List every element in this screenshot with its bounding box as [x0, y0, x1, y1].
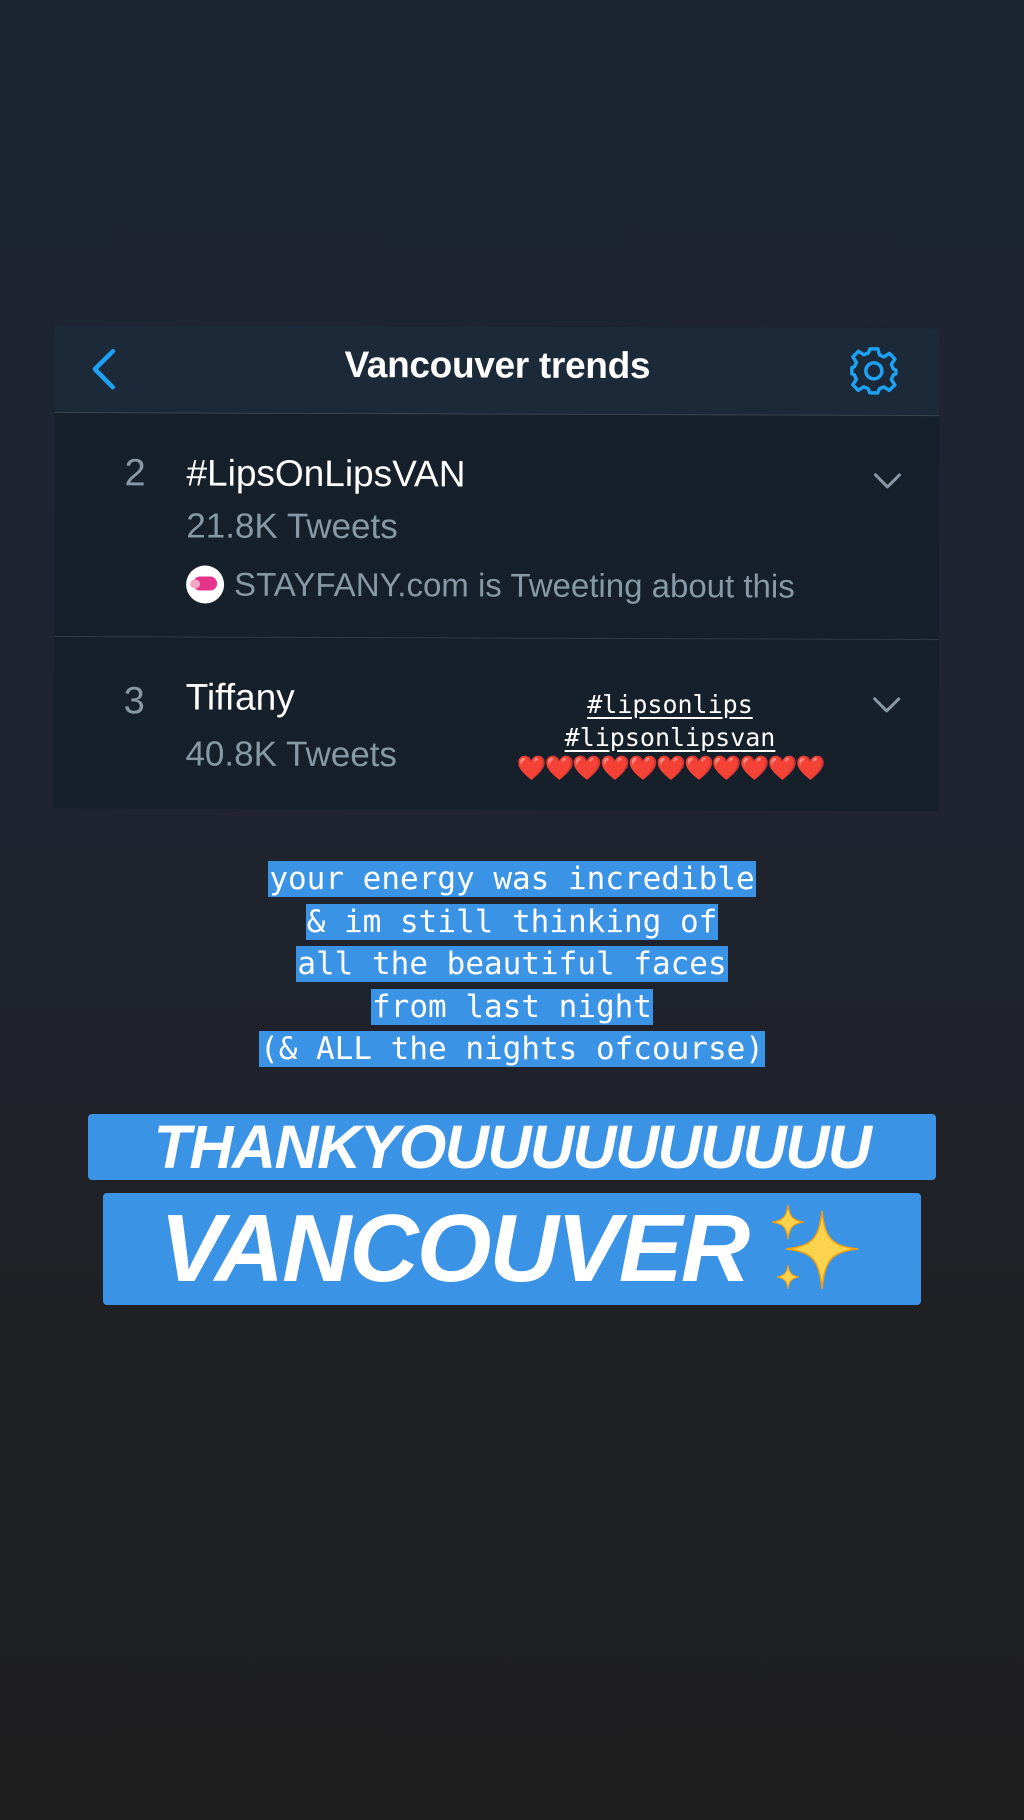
hashtag-text: #lipsonlips: [587, 690, 753, 719]
vancouver-text: VANCOUVER: [159, 1195, 750, 1302]
chevron-down-icon[interactable]: [872, 471, 902, 491]
trends-header: Vancouver trends: [54, 325, 940, 417]
page-title: Vancouver trends: [344, 344, 651, 387]
hashtag-sticker: #lipsonlips #lipsonlipsvan ❤️❤️❤️❤️❤️❤️❤…: [470, 688, 870, 785]
trend-rank: 2: [124, 452, 146, 495]
trend-context: STAYFANY.com is Tweeting about this: [186, 562, 795, 608]
message-line: all the beautiful faces: [0, 943, 1024, 986]
story-message: your energy was incredible & im still th…: [0, 858, 1024, 1071]
message-line-text: & im still thinking of: [305, 903, 719, 940]
vancouver-banner: VANCOUVER: [103, 1193, 921, 1305]
trend-name[interactable]: Tiffany: [186, 676, 295, 718]
sparkles-icon: [772, 1204, 859, 1290]
message-line-text: (& ALL the nights ofcourse): [259, 1031, 765, 1067]
message-line: (& ALL the nights ofcourse): [0, 1028, 1024, 1071]
message-line-text: from last night: [371, 988, 653, 1025]
trend-row[interactable]: 2 #LipsOnLipsVAN 21.8K Tweets STAYFANY.c…: [53, 413, 940, 641]
message-line-text: all the beautiful faces: [296, 946, 728, 982]
trend-tweet-count: 21.8K Tweets: [186, 506, 398, 547]
trend-tweet-count: 40.8K Tweets: [185, 734, 398, 775]
message-line: from last night: [0, 986, 1024, 1029]
trend-context-text: STAYFANY.com is Tweeting about this: [234, 565, 795, 605]
trend-name[interactable]: #LipsOnLipsVAN: [186, 452, 465, 495]
hashtag-text: #lipsonlipsvan: [564, 723, 776, 752]
message-line-text: your energy was incredible: [268, 861, 756, 897]
chevron-down-icon[interactable]: [872, 695, 902, 715]
gear-icon[interactable]: [848, 345, 900, 397]
hearts-row: ❤️❤️❤️❤️❤️❤️❤️❤️❤️❤️❤️: [516, 754, 826, 782]
thank-you-banner: THANKYOUUUUUUUUUU: [88, 1114, 936, 1180]
avatar: [186, 565, 225, 604]
message-line: your energy was incredible: [0, 858, 1024, 901]
message-line: & im still thinking of: [0, 901, 1024, 944]
trend-rank: 3: [123, 680, 145, 723]
